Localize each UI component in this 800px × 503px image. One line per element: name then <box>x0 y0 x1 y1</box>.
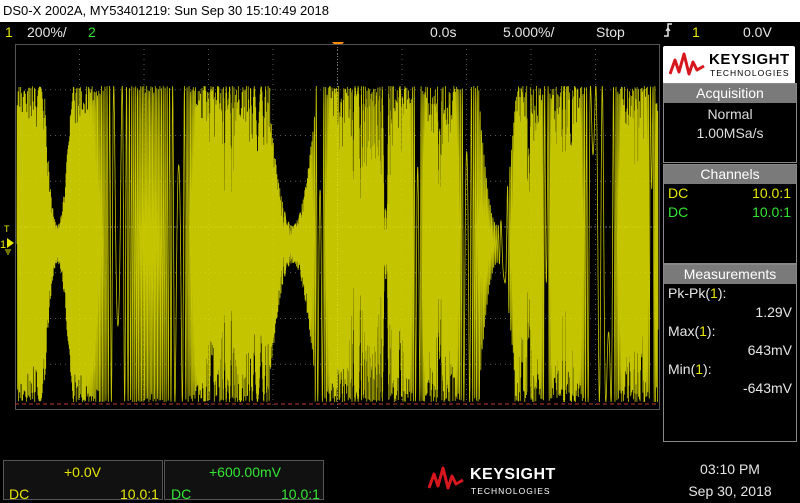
ch2-offset: +600.00mV <box>209 464 281 480</box>
pkpk-label: Pk-Pk(1): <box>668 285 727 301</box>
keysight-wave-icon <box>669 52 705 76</box>
min-value: -643mV <box>742 380 792 396</box>
bottom-keysight-logo: KEYSIGHT TECHNOLOGIES <box>428 462 558 500</box>
bottom-keysight-wave-icon <box>428 466 464 490</box>
bottom-brand-name: KEYSIGHT <box>470 466 556 483</box>
channels-header: Channels <box>664 165 796 184</box>
clock-time: 03:10 PM <box>700 461 760 477</box>
run-state[interactable]: Stop <box>596 22 625 42</box>
clock: 03:10 PM Sep 30, 2018 <box>660 458 800 502</box>
trigger-level[interactable]: 0.0V <box>743 22 772 42</box>
ch1-bottom-coupling: DC <box>9 486 30 502</box>
brand-name: KEYSIGHT <box>709 51 790 68</box>
side-panel: KEYSIGHT TECHNOLOGIES Acquisition Normal… <box>660 44 800 442</box>
brand-sub: TECHNOLOGIES <box>710 68 790 78</box>
bottom-bar: +0.0V DC 10.0:1 +600.00mV DC 10.0:1 KEYS… <box>0 456 800 503</box>
sample-rate: 1.00MSa/s <box>696 125 764 141</box>
ch2-bottom-coupling: DC <box>171 486 192 502</box>
bottom-brand-sub: TECHNOLOGIES <box>471 486 551 496</box>
channels-panel[interactable]: Channels DC 10.0:1 DC 10.0:1 <box>663 164 797 264</box>
ch2-number[interactable]: 2 <box>88 22 96 42</box>
time-scale[interactable]: 5.000%/ <box>503 22 554 42</box>
ch1-probe: 10.0:1 <box>752 185 791 201</box>
channel-1-row: DC 10.0:1 <box>664 184 796 203</box>
measurements-header: Measurements <box>664 265 796 284</box>
ch1-ground-marker[interactable]: T1 <box>0 222 15 256</box>
pkpk-value: 1.29V <box>755 304 792 320</box>
min-label: Min(1): <box>668 361 712 377</box>
time-position[interactable]: 0.0s <box>430 22 456 42</box>
ch1-coupling: DC <box>668 185 689 201</box>
max-label: Max(1): <box>668 323 716 339</box>
clock-date: Sep 30, 2018 <box>688 483 772 499</box>
svg-text:T: T <box>4 224 10 234</box>
acquisition-header: Acquisition <box>664 84 796 103</box>
measurements-panel[interactable]: Measurements Pk-Pk(1): 1.29V Max(1): 643… <box>663 264 797 442</box>
acquisition-mode: Normal <box>707 106 753 122</box>
ch2-softkey[interactable]: +600.00mV DC 10.0:1 <box>164 460 324 502</box>
waveform-display[interactable] <box>15 44 660 410</box>
svg-text:1: 1 <box>0 239 6 251</box>
status-bar: 1 200%/ 2 0.0s 5.000%/ Stop 1 0.0V <box>0 22 800 42</box>
trigger-source: 1 <box>692 24 700 40</box>
rising-edge-icon <box>663 22 673 43</box>
ch2-bottom-probe: 10.0:1 <box>281 486 320 502</box>
waveform-canvas <box>15 44 660 410</box>
ch1-scale[interactable]: 200%/ <box>27 22 67 42</box>
ch1-number[interactable]: 1 <box>5 22 13 42</box>
acquisition-panel[interactable]: Acquisition Normal 1.00MSa/s <box>663 83 797 163</box>
ch2-coupling: DC <box>668 204 689 220</box>
max-value: 643mV <box>747 342 792 358</box>
window-title: DS0-X 2002A, MY53401219: Sun Sep 30 15:1… <box>0 0 800 22</box>
ch2-probe: 10.0:1 <box>752 204 791 220</box>
channel-2-row: DC 10.0:1 <box>664 203 796 222</box>
ch1-bottom-probe: 10.0:1 <box>120 486 159 502</box>
ch1-softkey[interactable]: +0.0V DC 10.0:1 <box>3 460 163 502</box>
keysight-logo: KEYSIGHT TECHNOLOGIES <box>663 46 795 84</box>
ch1-offset: +0.0V <box>64 464 101 480</box>
ch1-waveform <box>16 85 659 403</box>
